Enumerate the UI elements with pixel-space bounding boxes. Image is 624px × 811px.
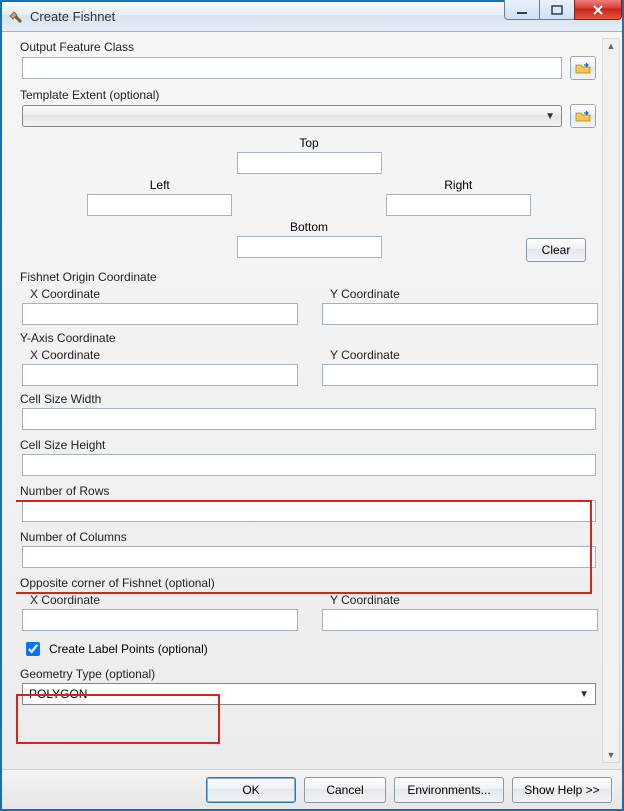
label-fishnet-origin: Fishnet Origin Coordinate [16,268,598,286]
vertical-scrollbar[interactable]: ▲ ▼ [602,38,620,763]
dialog-body: Output Feature Class Template Extent (op… [2,32,622,769]
label-opp-x: X Coordinate [22,592,298,609]
origin-y-input[interactable] [322,303,598,325]
label-opp-y: Y Coordinate [322,592,598,609]
folder-open-icon [575,109,591,123]
label-opp-corner: Opposite corner of Fishnet (optional) [16,574,598,592]
label-geometry-type: Geometry Type (optional) [16,665,598,683]
label-num-rows: Number of Rows [16,482,598,500]
maximize-button[interactable] [539,0,575,20]
label-output-feature-class: Output Feature Class [16,38,598,56]
window-controls [505,0,622,20]
label-extent-top: Top [299,134,318,152]
window-title: Create Fishnet [30,9,115,24]
scroll-down-icon: ▼ [607,748,616,762]
close-button[interactable] [574,0,622,20]
extent-right-input[interactable] [386,194,531,216]
hammer-icon [8,9,24,25]
scroll-up-icon: ▲ [607,39,616,53]
cancel-button[interactable]: Cancel [304,777,386,803]
browse-output-button[interactable] [570,56,596,80]
origin-x-input[interactable] [22,303,298,325]
label-yaxis-y: Y Coordinate [322,347,598,364]
ok-button[interactable]: OK [206,777,296,803]
label-origin-y: Y Coordinate [322,286,598,303]
label-extent-bottom: Bottom [290,218,328,236]
dialog-button-bar: OK Cancel Environments... Show Help >> [2,769,622,809]
minimize-button[interactable] [504,0,540,20]
label-create-label-points: Create Label Points (optional) [49,642,208,656]
label-yaxis-x: X Coordinate [22,347,298,364]
yaxis-x-input[interactable] [22,364,298,386]
label-num-cols: Number of Columns [16,528,598,546]
clear-extent-button[interactable]: Clear [526,238,586,262]
output-feature-class-input[interactable] [22,57,562,79]
extent-left-input[interactable] [87,194,232,216]
show-help-button[interactable]: Show Help >> [512,777,612,803]
label-template-extent: Template Extent (optional) [16,86,598,104]
extent-bottom-input[interactable] [237,236,382,258]
folder-open-icon [575,61,591,75]
chevron-down-icon: ▼ [545,111,555,122]
yaxis-y-input[interactable] [322,364,598,386]
template-extent-select[interactable]: ▼ [22,105,562,127]
label-origin-x: X Coordinate [22,286,298,303]
extent-top-input[interactable] [237,152,382,174]
chevron-down-icon: ▼ [579,689,589,700]
num-rows-input[interactable] [22,500,596,522]
environments-button[interactable]: Environments... [394,777,504,803]
browse-extent-button[interactable] [570,104,596,128]
title-bar: Create Fishnet [2,2,622,32]
label-extent-left: Left [150,176,170,194]
num-cols-input[interactable] [22,546,596,568]
label-extent-right: Right [444,176,472,194]
label-yaxis: Y-Axis Coordinate [16,329,598,347]
opp-x-input[interactable] [22,609,298,631]
label-cell-height: Cell Size Height [16,436,598,454]
geometry-type-select[interactable]: POLYGON ▼ [22,683,596,705]
create-label-points-checkbox[interactable] [26,642,40,656]
cell-width-input[interactable] [22,408,596,430]
cell-height-input[interactable] [22,454,596,476]
opp-y-input[interactable] [322,609,598,631]
label-cell-width: Cell Size Width [16,390,598,408]
